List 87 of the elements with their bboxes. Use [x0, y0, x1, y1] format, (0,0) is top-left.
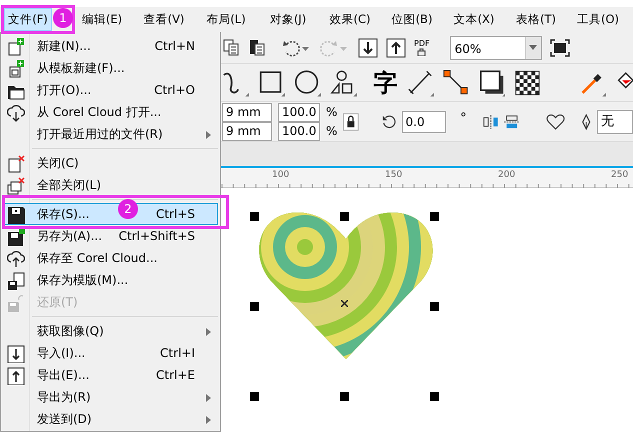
menu-bar-item[interactable]: 工具(O) — [574, 8, 622, 31]
selection-handle[interactable] — [250, 392, 259, 401]
percent-unit: % — [326, 104, 338, 120]
redo-icon — [320, 38, 350, 56]
scale-field[interactable]: 100.0 — [278, 122, 320, 140]
heart-outline-icon[interactable] — [546, 112, 566, 132]
ruler-label: 150 — [385, 169, 402, 182]
selection-handle[interactable] — [430, 212, 439, 221]
menu-item[interactable]: 从 Corel Cloud 打开... — [37, 103, 162, 121]
menu-item[interactable]: 全部关闭(L) — [37, 176, 102, 194]
menu-bar-item[interactable]: 文本(X) — [450, 8, 498, 31]
copy-icon[interactable] — [222, 38, 240, 57]
degree-unit: ° — [460, 110, 467, 128]
menu-bar-item[interactable]: 布局(L) — [202, 8, 250, 31]
lock-ratio-icon[interactable] — [343, 112, 360, 132]
mirror-vertical-icon[interactable] — [504, 114, 520, 130]
menu-item[interactable]: 关闭(C) — [37, 154, 79, 172]
export-icon[interactable] — [386, 38, 406, 58]
menu-bar-item[interactable]: 位图(B) — [388, 8, 436, 31]
ruler-label: 100 — [272, 169, 290, 182]
shortcut-label: Ctrl+I — [160, 345, 195, 362]
save-template-icon — [7, 272, 25, 290]
ruler-label: 200 — [498, 169, 516, 182]
menu-item[interactable]: 导出(E)... — [37, 366, 90, 384]
mirror-horizontal-icon[interactable] — [482, 114, 498, 130]
menu-item: 还原(T) — [37, 294, 78, 311]
shortcut-label: Ctrl+E — [156, 367, 195, 384]
outline-width-field[interactable]: 无 — [597, 110, 633, 134]
menu-bar-item[interactable]: 表格(T) — [512, 8, 560, 31]
selection-handle[interactable] — [340, 392, 349, 401]
lock-icon — [417, 48, 426, 56]
text-tool-glyph[interactable]: 字 — [374, 70, 398, 94]
menu-bar-item[interactable]: 效果(C) — [326, 8, 374, 31]
new-document-icon — [7, 38, 25, 56]
close-document-icon — [7, 155, 25, 173]
zoom-combo-box[interactable]: 60% — [450, 36, 542, 60]
menu-item[interactable]: 另存为(A)... — [37, 227, 102, 245]
menu-item[interactable]: 从模板新建(F)... — [37, 59, 125, 77]
selection-handle[interactable] — [250, 212, 259, 221]
shortcut-label: Ctrl+N — [154, 38, 195, 55]
paste-icon[interactable] — [248, 38, 266, 57]
percent-unit: % — [326, 122, 338, 140]
menu-item[interactable]: 保存为模版(M)... — [37, 271, 128, 289]
menu-bar-item[interactable]: 查看(V) — [140, 8, 188, 31]
menu-item[interactable]: 保存(S)... — [37, 205, 90, 223]
menu-item[interactable]: 导入(I)... — [37, 344, 86, 362]
pen-nib-icon — [580, 112, 592, 130]
ellipse-tool-icon[interactable] — [294, 68, 321, 98]
caret-icon[interactable] — [529, 45, 538, 50]
menu-item[interactable]: 打开(O)... — [37, 81, 92, 99]
menu-item[interactable]: 发送到(D) — [37, 410, 92, 428]
shortcut-label: Ctrl+O — [154, 82, 195, 99]
cloud-download-icon — [7, 104, 25, 122]
shortcut-label: Ctrl+Shift+S — [118, 228, 195, 245]
drop-shadow-icon[interactable] — [478, 68, 506, 98]
scale-field[interactable]: 100.0 — [278, 102, 320, 122]
shortcut-label: Ctrl+S — [156, 206, 195, 223]
template-icon — [7, 60, 25, 78]
export-icon — [7, 367, 25, 385]
floppy-disk-plus-icon — [7, 228, 25, 246]
menu-item[interactable]: 保存至 Corel Cloud... — [37, 249, 158, 267]
rotate-icon — [382, 114, 396, 130]
selection-handle[interactable] — [340, 212, 349, 221]
menu-item[interactable]: 导出为(R) — [37, 388, 91, 406]
full-screen-icon[interactable] — [550, 38, 570, 56]
pdf-export-label[interactable]: PDF — [414, 40, 430, 48]
ruler-label: 250 — [611, 169, 628, 182]
close-all-icon — [7, 177, 25, 195]
undo-icon[interactable] — [282, 38, 312, 56]
center-mark-icon — [341, 300, 348, 307]
floppy-disk-icon — [7, 294, 25, 312]
menu-item[interactable]: 新建(N)... — [37, 37, 91, 55]
rotation-field[interactable]: 0.0 — [402, 110, 446, 132]
size-field[interactable]: 9 mm — [222, 122, 272, 140]
import-icon[interactable] — [358, 38, 378, 58]
menu-bar-item[interactable]: 对象(J) — [264, 8, 312, 31]
selection-handle[interactable] — [430, 392, 439, 401]
menu-item[interactable]: 获取图像(Q) — [37, 322, 104, 340]
selection-handle[interactable] — [250, 302, 259, 311]
menu-item[interactable]: 打开最近用过的文件(R) — [37, 125, 163, 143]
shapes-tool-icon[interactable] — [330, 68, 357, 98]
menu-bar-item[interactable]: 编辑(E) — [78, 8, 126, 31]
cloud-upload-icon — [7, 250, 25, 268]
size-field[interactable]: 9 mm — [222, 102, 272, 122]
menu-bar-item[interactable]: 文件(F) — [4, 8, 52, 31]
import-icon — [7, 345, 25, 363]
selection-handle[interactable] — [430, 302, 439, 311]
